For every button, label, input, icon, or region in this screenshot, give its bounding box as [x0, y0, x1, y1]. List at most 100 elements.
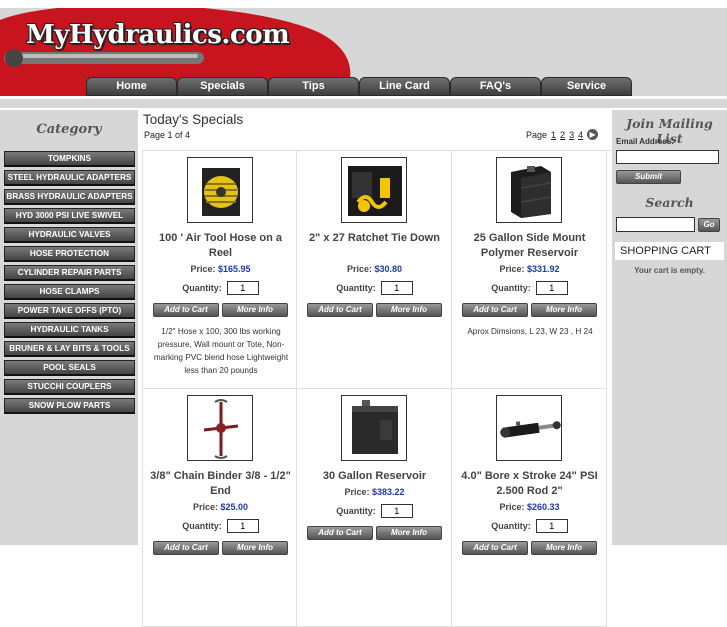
product-image[interactable]: [496, 395, 562, 461]
add-to-cart-button[interactable]: Add to Cart: [307, 526, 373, 540]
right-sidebar: Join Mailing List Email Address: Submit …: [612, 110, 727, 545]
add-to-cart-button[interactable]: Add to Cart: [462, 303, 528, 317]
quantity-label: Quantity:: [491, 283, 531, 293]
email-label: Email Address:: [616, 137, 674, 146]
product-buttons: Add to Cart More Info: [153, 541, 288, 555]
more-info-button[interactable]: More Info: [376, 526, 442, 540]
quantity-label: Quantity:: [182, 521, 222, 531]
nav-tab-faq-s[interactable]: FAQ's: [450, 77, 541, 96]
header-divider: [0, 99, 727, 108]
product-image[interactable]: [187, 157, 253, 223]
price-value: $383.22: [371, 487, 405, 497]
page-info: Page 1 of 4: [144, 130, 191, 140]
product-buttons: Add to Cart More Info: [307, 526, 442, 540]
quantity-input[interactable]: [226, 281, 259, 295]
email-input[interactable]: [616, 150, 719, 164]
price-label: Price:: [499, 502, 525, 512]
product-buttons: Add to Cart More Info: [153, 303, 288, 317]
quantity-label: Quantity:: [336, 283, 376, 293]
product-name[interactable]: 30 Gallon Reservoir: [303, 469, 446, 484]
product-name[interactable]: 3/8" Chain Binder 3/8 - 1/2" End: [149, 469, 292, 499]
cart-empty-message: Your cart is empty.: [634, 266, 705, 275]
category-item[interactable]: HYD 3000 PSI LIVE SWIVEL: [4, 208, 135, 224]
category-item[interactable]: STEEL HYDRAULIC ADAPTERS: [4, 170, 135, 186]
product-card: 30 Gallon Reservoir Price: $383.22 Quantit…: [297, 389, 452, 627]
price-label: Price:: [499, 264, 525, 274]
category-item[interactable]: POWER TAKE OFFS (PTO): [4, 303, 135, 319]
nav-tab-service[interactable]: Service: [541, 77, 632, 96]
page-link-3[interactable]: 3: [569, 130, 574, 140]
product-price: Price: $165.95: [143, 264, 298, 274]
product-description: Aprox Dimsions, L 23, W 23 , H 24: [467, 327, 593, 336]
more-info-button[interactable]: More Info: [376, 303, 442, 317]
page-link-2[interactable]: 2: [560, 130, 565, 140]
quantity-input[interactable]: [380, 281, 413, 295]
product-name[interactable]: 4.0" Bore x Stroke 24" PSI 2.500 Rod 2": [458, 469, 601, 499]
quantity-label: Quantity:: [336, 506, 376, 516]
search-title: Search: [645, 195, 694, 210]
quantity-input[interactable]: [226, 519, 259, 533]
site-header: MyHydraulics.com Home Specials Tips Line Ca…: [0, 8, 727, 96]
category-list: TOMPKINS STEEL HYDRAULIC ADAPTERS BRASS HY…: [4, 151, 135, 417]
add-to-cart-button[interactable]: Add to Cart: [153, 303, 219, 317]
nav-tab-tips[interactable]: Tips: [268, 77, 359, 96]
category-item[interactable]: BRUNER & LAY BITS & TOOLS: [4, 341, 135, 357]
category-item[interactable]: TOMPKINS: [4, 151, 135, 167]
category-item[interactable]: STUCCHI COUPLERS: [4, 379, 135, 395]
product-image[interactable]: [187, 395, 253, 461]
product-buttons: Add to Cart More Info: [462, 541, 597, 555]
product-buttons: Add to Cart More Info: [462, 303, 597, 317]
quantity-row: Quantity:: [297, 281, 452, 295]
product-name[interactable]: 2" x 27 Ratchet Tie Down: [303, 231, 446, 246]
nav-tab-specials[interactable]: Specials: [177, 77, 268, 96]
product-price: Price: $25.00: [143, 502, 298, 512]
nav-tab-line-card[interactable]: Line Card: [359, 77, 450, 96]
product-card: 100 ' Air Tool Hose on a Reel Price: $165…: [142, 151, 297, 389]
category-item[interactable]: HOSE CLAMPS: [4, 284, 135, 300]
more-info-button[interactable]: More Info: [531, 303, 597, 317]
quantity-input[interactable]: [535, 281, 568, 295]
quantity-row: Quantity:: [452, 519, 607, 533]
product-image[interactable]: [341, 157, 407, 223]
category-item[interactable]: SNOW PLOW PARTS: [4, 398, 135, 414]
product-name[interactable]: 100 ' Air Tool Hose on a Reel: [149, 231, 292, 261]
product-image[interactable]: [496, 157, 562, 223]
price-value: $165.95: [217, 264, 251, 274]
price-value: $260.33: [526, 502, 560, 512]
add-to-cart-button[interactable]: Add to Cart: [153, 541, 219, 555]
next-page-icon[interactable]: ▶: [587, 129, 599, 140]
main-nav: Home Specials Tips Line Card FAQ's Service: [86, 77, 632, 96]
quantity-row: Quantity:: [452, 281, 607, 295]
price-value: $331.92: [526, 264, 560, 274]
price-label: Price:: [346, 264, 372, 274]
price-value: $25.00: [220, 502, 249, 512]
category-item[interactable]: POOL SEALS: [4, 360, 135, 376]
category-item[interactable]: CYLINDER REPAIR PARTS: [4, 265, 135, 281]
quantity-input[interactable]: [380, 504, 413, 518]
category-item[interactable]: BRASS HYDRAULIC ADAPTERS: [4, 189, 135, 205]
submit-button[interactable]: Submit: [616, 170, 681, 184]
quantity-row: Quantity:: [143, 281, 298, 295]
quantity-label: Quantity:: [491, 521, 531, 531]
product-price: Price: $383.22: [297, 487, 452, 497]
more-info-button[interactable]: More Info: [222, 541, 288, 555]
page-link-4[interactable]: 4: [578, 130, 583, 140]
quantity-input[interactable]: [535, 519, 568, 533]
add-to-cart-button[interactable]: Add to Cart: [462, 541, 528, 555]
product-image[interactable]: [341, 395, 407, 461]
category-item[interactable]: HOSE PROTECTION: [4, 246, 135, 262]
product-price: Price: $260.33: [452, 502, 607, 512]
product-card: 3/8" Chain Binder 3/8 - 1/2" End Price: $…: [142, 389, 297, 627]
category-item[interactable]: HYDRAULIC TANKS: [4, 322, 135, 338]
nav-tab-home[interactable]: Home: [86, 77, 177, 96]
category-title: Category: [36, 122, 102, 137]
product-name[interactable]: 25 Gallon Side Mount Polymer Reservoir: [458, 231, 601, 261]
category-item[interactable]: HYDRAULIC VALVES: [4, 227, 135, 243]
add-to-cart-button[interactable]: Add to Cart: [307, 303, 373, 317]
page-link-1[interactable]: 1: [551, 130, 556, 140]
search-input[interactable]: [616, 217, 695, 232]
page-title: Today's Specials: [143, 112, 244, 127]
more-info-button[interactable]: More Info: [222, 303, 288, 317]
go-button[interactable]: Go: [698, 218, 720, 232]
more-info-button[interactable]: More Info: [531, 541, 597, 555]
